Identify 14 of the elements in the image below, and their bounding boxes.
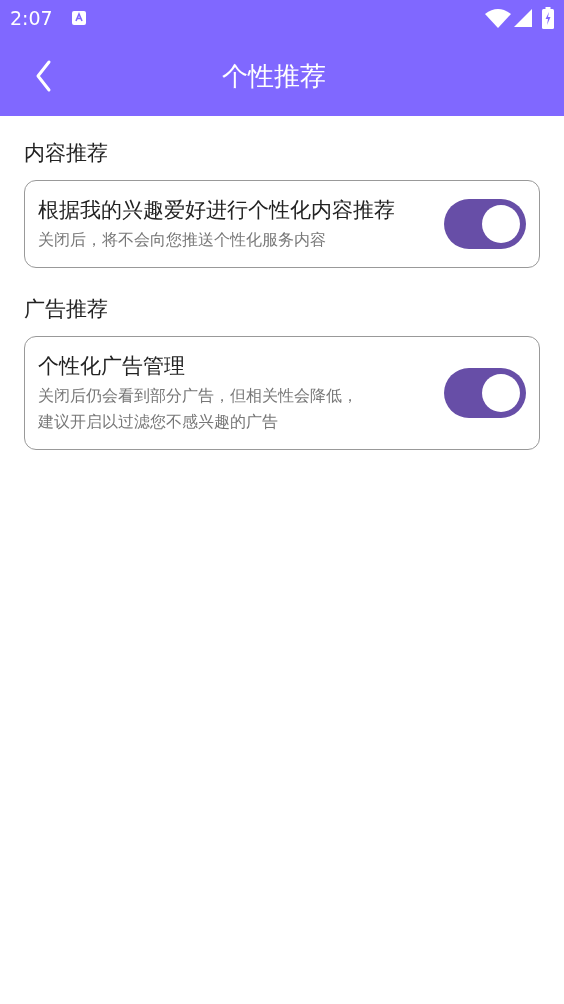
setting-description: 关闭后仍会看到部分广告，但相关性会降低，建议开启以过滤您不感兴趣的广告 [38,385,359,433]
notification-icon [70,10,87,26]
section-heading: 内容推荐 [24,140,109,167]
setting-title: 根据我的兴趣爱好进行个性化内容推荐 [38,197,396,224]
setting-description: 关闭后，将不会向您推送个性化服务内容 [38,229,327,251]
signal-icon [514,9,532,27]
wifi-icon [485,8,511,28]
status-time: 2:07 [10,5,53,31]
battery-icon [542,7,554,29]
toggle-switch[interactable] [444,199,526,249]
section-heading: 广告推荐 [24,296,109,323]
toggle-switch[interactable] [444,368,526,418]
setting-title: 个性化广告管理 [38,353,186,380]
page-title: 个性推荐 [222,59,326,93]
